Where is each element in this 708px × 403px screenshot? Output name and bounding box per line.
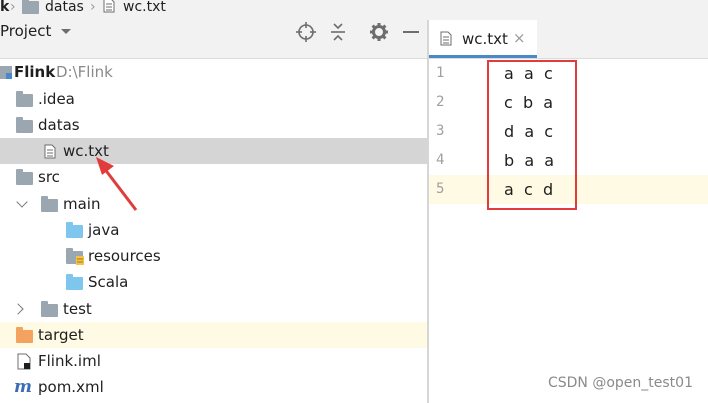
tree-item-label: Flink [14,63,56,81]
annotation-arrow [96,157,138,211]
line-number: 2 [436,94,445,110]
folder-icon [41,196,58,212]
tree-item-idea[interactable]: .idea [0,86,428,112]
excluded-folder-icon [16,327,33,343]
text-file-icon [440,31,452,46]
settings-gear-icon[interactable] [369,22,389,42]
breadcrumb: k › datas › wc.txt [0,0,708,20]
watermark: CSDN @open_test01 [547,375,693,391]
tree-item-label: datas [38,116,80,134]
tree-item-resources[interactable]: resources [0,243,428,269]
project-view-selector[interactable]: Project [0,12,51,50]
breadcrumb-file[interactable]: wc.txt [123,0,166,17]
maven-icon: m [14,377,32,397]
tree-item-label: test [63,300,92,318]
tree-item-wc-txt-selected[interactable]: wc.txt [0,138,428,164]
text-file-icon [44,144,56,159]
tree-item-label: Scala [88,273,129,291]
line-number: 4 [436,152,445,168]
module-folder-icon [0,66,12,79]
tree-item-java[interactable]: java [0,217,428,243]
tree-item-test[interactable]: test [0,296,428,322]
project-header: Project [0,20,428,59]
close-icon[interactable]: × [513,20,526,56]
tree-item-path: D:\Flink [56,63,113,81]
minimize-icon[interactable] [401,22,421,42]
tree-item-label: target [38,326,84,344]
folder-icon [16,91,33,107]
folder-icon [16,169,33,185]
annotation-highlight-box [487,60,577,210]
iml-file-icon [17,353,31,370]
line-number: 5 [436,181,445,197]
source-folder-icon [66,274,83,290]
tree-item-label: resources [88,247,161,265]
line-number: 1 [436,65,445,81]
tree-item-datas[interactable]: datas [0,112,428,138]
text-file-icon [103,0,115,13]
folder-icon [41,301,58,317]
resources-marker-icon [76,256,84,265]
tree-item-label: pom.xml [38,378,104,396]
breadcrumb-separator: › [90,0,96,15]
tree-item-main[interactable]: main [0,191,428,217]
tree-item-label: Flink.iml [38,352,101,370]
chevron-right-icon[interactable] [12,303,24,315]
tree-item-flink[interactable]: Flink D:\Flink [0,59,428,85]
tab-label: wc.txt [462,30,508,48]
tree-item-pom-xml[interactable]: m pom.xml [0,374,428,400]
collapse-all-icon[interactable] [328,22,348,42]
tree-item-label: java [88,221,120,239]
line-number: 3 [436,123,445,139]
tree-item-label: .idea [38,90,75,108]
source-folder-icon [66,222,83,238]
chevron-down-icon[interactable] [60,28,72,36]
folder-icon [16,117,33,133]
tree-item-src[interactable]: src [0,164,428,190]
tab-wc-txt[interactable]: wc.txt × [429,20,537,58]
tree-item-flink-iml[interactable]: Flink.iml [0,348,428,374]
tree-item-scala[interactable]: Scala [0,269,428,295]
locate-icon[interactable] [296,22,316,42]
tree-item-target[interactable]: target [0,322,428,348]
tree-item-label: src [38,168,60,186]
chevron-down-icon[interactable] [16,196,28,208]
